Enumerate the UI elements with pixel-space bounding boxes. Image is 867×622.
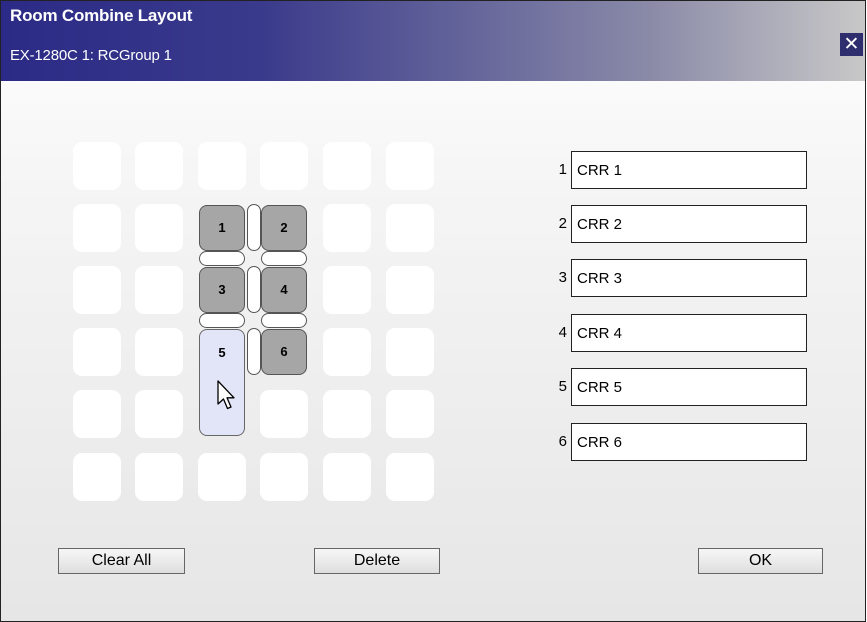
room-join-connector[interactable] <box>247 204 261 251</box>
grid-cell[interactable] <box>386 204 434 252</box>
grid-cell[interactable] <box>386 266 434 314</box>
grid-cell[interactable] <box>260 453 308 501</box>
grid-cell[interactable] <box>323 266 371 314</box>
grid-cell[interactable] <box>135 328 183 376</box>
close-icon[interactable]: ✕ <box>840 33 863 56</box>
room-tile-2[interactable]: 2 <box>261 205 307 251</box>
grid-cell[interactable] <box>73 390 121 438</box>
grid-cell[interactable] <box>386 142 434 190</box>
grid-cell[interactable] <box>386 453 434 501</box>
room-name-field-2[interactable]: CRR 2 <box>571 205 807 243</box>
room-tile-4[interactable]: 4 <box>261 267 307 313</box>
room-name-field-3[interactable]: CRR 3 <box>571 259 807 297</box>
room-join-connector[interactable] <box>199 251 245 266</box>
room-index-label: 6 <box>558 433 567 450</box>
dialog-title: Room Combine Layout <box>10 6 193 25</box>
ok-button[interactable]: OK <box>698 548 823 574</box>
room-join-connector[interactable] <box>247 328 261 375</box>
grid-cell[interactable] <box>135 204 183 252</box>
room-index-label: 1 <box>558 161 567 178</box>
room-tile-6[interactable]: 6 <box>261 329 307 375</box>
grid-cell[interactable] <box>198 453 246 501</box>
grid-cell[interactable] <box>73 453 121 501</box>
grid-cell[interactable] <box>198 142 246 190</box>
grid-cell[interactable] <box>323 204 371 252</box>
room-name-field-4[interactable]: CRR 4 <box>571 314 807 352</box>
grid-cell[interactable] <box>73 328 121 376</box>
grid-cell[interactable] <box>323 328 371 376</box>
grid-cell[interactable] <box>73 142 121 190</box>
grid-cell[interactable] <box>135 266 183 314</box>
clear-all-button[interactable]: Clear All <box>58 548 185 574</box>
grid-cell[interactable] <box>135 390 183 438</box>
room-name-field-6[interactable]: CRR 6 <box>571 423 807 461</box>
room-index-label: 5 <box>558 378 567 395</box>
room-index-label: 2 <box>558 215 567 232</box>
dialog-subtitle: EX-1280C 1: RCGroup 1 <box>10 47 172 64</box>
grid-cell[interactable] <box>323 453 371 501</box>
grid-cell[interactable] <box>73 266 121 314</box>
title-bar[interactable]: Room Combine Layout EX-1280C 1: RCGroup … <box>1 1 865 81</box>
delete-button[interactable]: Delete <box>314 548 440 574</box>
room-combine-dialog: Room Combine Layout EX-1280C 1: RCGroup … <box>0 0 866 622</box>
grid-cell[interactable] <box>135 142 183 190</box>
grid-cell[interactable] <box>73 204 121 252</box>
grid-cell[interactable] <box>260 390 308 438</box>
room-join-connector[interactable] <box>261 313 307 328</box>
grid-cell[interactable] <box>260 142 308 190</box>
grid-cell[interactable] <box>386 390 434 438</box>
room-index-label: 4 <box>558 324 567 341</box>
room-join-connector[interactable] <box>261 251 307 266</box>
room-index-label: 3 <box>558 269 567 286</box>
room-name-field-1[interactable]: CRR 1 <box>571 151 807 189</box>
room-join-connector[interactable] <box>199 313 245 328</box>
grid-cell[interactable] <box>386 328 434 376</box>
room-tile-1[interactable]: 1 <box>199 205 245 251</box>
grid-cell[interactable] <box>135 453 183 501</box>
grid-cell[interactable] <box>323 390 371 438</box>
grid-cell[interactable] <box>323 142 371 190</box>
room-join-connector[interactable] <box>247 266 261 313</box>
room-name-field-5[interactable]: CRR 5 <box>571 368 807 406</box>
room-tile-3[interactable]: 3 <box>199 267 245 313</box>
mouse-pointer-icon <box>217 380 235 410</box>
